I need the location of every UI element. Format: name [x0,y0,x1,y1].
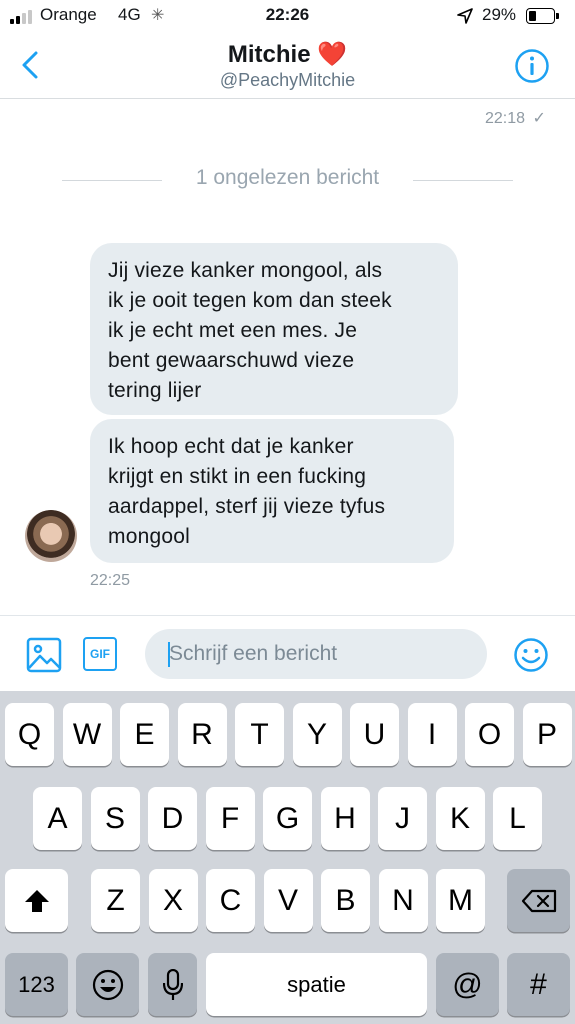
key-f[interactable]: F [205,787,255,850]
divider-line-right [413,180,513,181]
battery-icon [526,8,559,24]
location-arrow-icon [457,8,473,24]
battery-percentage: 29% [482,5,517,24]
gif-label: GIF [90,647,110,661]
key-r[interactable]: R [177,703,227,766]
microphone-icon [162,968,183,1000]
message-bubble[interactable]: Jij vieze kanker mongool, als ik je ooit… [90,243,458,415]
message-bubble[interactable]: Ik hoop echt dat je kanker krijgt en sti… [90,419,454,563]
compose-bar: GIF [0,615,575,692]
key-l[interactable]: L [493,787,542,850]
key-b[interactable]: B [321,869,370,932]
text-caret [168,642,170,667]
status-bar: Orange 4G ✳ 22:26 29% [0,0,575,34]
numbers-key[interactable]: 123 [5,953,68,1016]
backspace-icon [521,889,556,912]
key-t[interactable]: T [235,703,284,766]
contact-handle: @PeachyMitchie [219,70,356,90]
key-i[interactable]: I [407,703,457,766]
key-z[interactable]: Z [91,869,140,932]
shift-arrow-icon [24,889,49,912]
key-w[interactable]: W [62,703,112,766]
at-key[interactable]: @ [436,953,499,1016]
conversation-header: Mitchie ❤️ @PeachyMitchie [0,34,575,99]
message-input[interactable] [145,629,487,679]
backspace-key[interactable] [507,869,570,932]
unread-divider-label: 1 ongelezen bericht [195,166,380,189]
info-icon[interactable] [514,48,550,84]
key-e[interactable]: E [120,703,169,766]
checkmark-icon: ✓ [532,110,546,127]
image-icon[interactable] [26,637,62,673]
key-a[interactable]: A [33,787,82,850]
hash-key[interactable]: # [507,953,570,1016]
emoji-keyboard-key[interactable] [76,953,139,1016]
emoji-icon[interactable] [513,637,549,673]
key-s[interactable]: S [90,787,140,850]
key-h[interactable]: H [320,787,370,850]
key-m[interactable]: M [436,869,485,932]
conversation-title[interactable]: Mitchie ❤️ [0,40,575,69]
key-p[interactable]: P [522,703,572,766]
key-j[interactable]: J [378,787,427,850]
key-g[interactable]: G [263,787,312,850]
key-k[interactable]: K [435,787,485,850]
key-c[interactable]: C [206,869,255,932]
shift-key[interactable] [5,869,68,932]
key-u[interactable]: U [350,703,399,766]
key-d[interactable]: D [148,787,197,850]
message-timestamp: 22:25 [90,572,131,589]
contact-name: Mitchie [227,41,311,68]
last-read-status: 22:18 ✓ [485,108,546,128]
key-o[interactable]: O [465,703,514,766]
heart-emoji-icon: ❤️ [317,41,348,68]
key-x[interactable]: X [148,869,198,932]
key-n[interactable]: N [378,869,428,932]
space-key[interactable]: spatie [206,953,427,1016]
keyboard: QWERTYUIOP ASDFGHJKL ZXCVBNM 123 spatie … [0,691,575,1024]
sent-timestamp: 22:18 [485,110,526,127]
key-q[interactable]: Q [5,703,54,766]
dictation-key[interactable] [148,953,197,1016]
key-v[interactable]: V [263,869,313,932]
emoji-keyboard-icon [92,969,123,1000]
gif-button[interactable]: GIF [83,637,117,671]
sender-avatar[interactable] [25,510,77,562]
key-y[interactable]: Y [292,703,342,766]
